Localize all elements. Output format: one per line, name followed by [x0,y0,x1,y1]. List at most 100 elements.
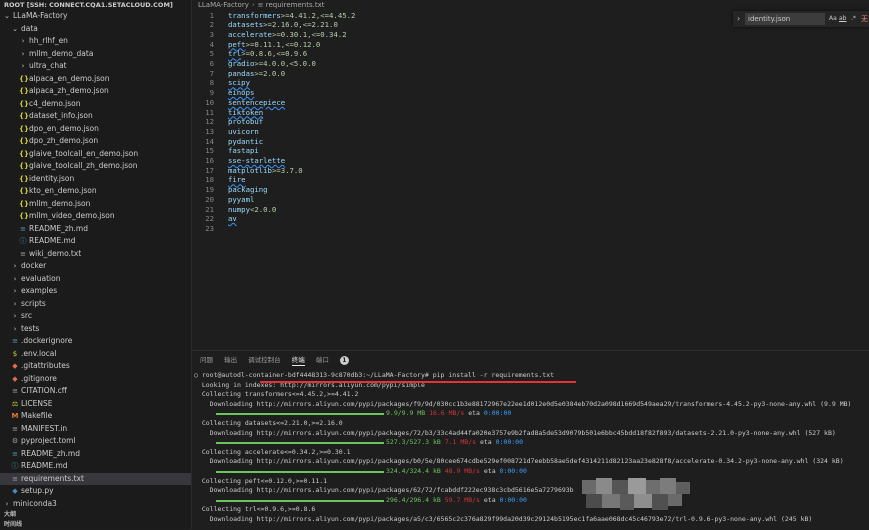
code-line[interactable]: 3 accelerate>=0.30.1,<=0.34.2 [192,30,347,40]
tree-file[interactable]: ⓘ README.md [0,235,191,248]
code-line[interactable]: 14 pydantic [192,137,263,147]
line-number: 11 [205,107,214,117]
tree-file[interactable]: ◆ .gitignore [0,373,191,386]
tree-file[interactable]: {}alpaca_en_demo.json [0,73,191,86]
package-name: fire [228,175,246,185]
code-line[interactable]: 4 peft>=0.11.1,<=0.12.0 [192,39,321,50]
find-input[interactable]: identity.json [745,13,825,25]
outline-section-header[interactable]: 大纲 [0,511,191,519]
tree-file[interactable]: {}glaive_toolcall_en_demo.json [0,148,191,161]
code-line[interactable]: 16 sse-starlette [192,156,285,166]
code-line[interactable]: 11 tiktoken [192,108,263,118]
tree-file[interactable]: ≡ README_zh.md [0,448,191,461]
tree-file[interactable]: $ .env.local [0,348,191,361]
privacy-blur-mosaic [582,478,690,514]
tree-folder[interactable]: › examples [0,285,191,298]
tree-file[interactable]: ⚙ pyproject.toml [0,435,191,448]
line-number: 7 [209,68,214,78]
citation-file-icon: ≡ [12,387,18,395]
breadcrumb-folder[interactable]: LLaMA-Factory [198,1,249,9]
code-line[interactable]: 10 sentencepiece [192,98,285,108]
package-name: pyyaml [228,194,255,204]
tree-file[interactable]: ≡ wiki_demo.txt [0,248,191,261]
tree-file[interactable]: ≡ README_zh.md [0,223,191,236]
tab-problems[interactable]: 问题 [200,355,213,365]
terminal-line: Downloading http://mirrors.aliyun.com/py… [194,486,574,495]
code-line[interactable]: 1 transformers>=4.41.2,<=4.45.2 [192,11,356,21]
code-line[interactable]: 13 uvicorn [192,127,259,137]
tree-file[interactable]: {}dataset_info.json [0,110,191,123]
code-line[interactable]: 12 protobuf [192,117,263,127]
code-line[interactable]: 9 einops [192,88,255,98]
code-line[interactable]: 21 numpy<2.0.0 [192,205,276,215]
code-line[interactable]: 22 av [192,214,237,224]
license-file-icon: ⚖ [11,399,19,408]
tree-file[interactable]: {}mllm_demo.json [0,198,191,211]
tree-file[interactable]: ≡ .dockerignore [0,335,191,348]
tree-file[interactable]: ≡ CITATION.cff [0,385,191,398]
json-file-icon: {} [19,87,29,95]
chevron-right-icon: › [21,62,25,70]
code-line[interactable]: 6 gradio>=4.0.0,<5.0.0 [192,59,316,69]
tree-folder[interactable]: › ultra_chat [0,60,191,73]
tree-file[interactable]: {}identity.json [0,173,191,186]
tree-folder[interactable]: › tests [0,323,191,336]
timeline-section-header[interactable]: 时间线 [0,521,191,529]
tree-item-label: LICENSE [21,398,53,408]
version-spec: <2.0.0 [249,204,277,214]
code-line[interactable]: 7 pandas>=2.0.0 [192,68,286,79]
code-line[interactable]: 20 pyyaml [192,195,254,205]
tree-file[interactable]: {}c4_demo.json [0,98,191,111]
tree-item-label: pyproject.toml [21,436,76,445]
toml-file-icon: ⚙ [11,437,19,445]
tree-file[interactable]: M Makefile [0,410,191,423]
tree-folder[interactable]: › evaluation [0,273,191,286]
tree-item-label: MANIFEST.in [21,423,68,433]
tree-file[interactable]: {}kto_en_demo.json [0,185,191,198]
tree-folder[interactable]: › scripts [0,298,191,311]
tree-folder[interactable]: › src [0,310,191,323]
tree-file[interactable]: {}alpaca_zh_demo.json [0,85,191,98]
tree-folder[interactable]: › miniconda3 [0,498,191,511]
chevron-right-icon[interactable]: › [737,14,740,23]
code-line[interactable]: 15 fastapi [192,146,259,156]
tree-folder[interactable]: › mllm_demo_data [0,48,191,61]
tree-file[interactable]: ≡ requirements.txt [0,472,191,485]
code-line[interactable]: 19 packaging [192,185,267,195]
tree-file[interactable]: ◆ setup.py [0,485,191,498]
line-number: 18 [205,175,214,185]
tree-file[interactable]: ◆ .gitattributes [0,360,191,373]
match-case-toggle[interactable]: Aa [829,15,837,22]
tree-file[interactable]: {}mllm_video_demo.json [0,210,191,223]
version-spec: >=0.11.1,<=0.12.0 [245,39,321,49]
regex-toggle[interactable]: .* [851,15,856,22]
explorer-root-header[interactable]: ROOT [SSH: CONNECT.CQA1.SETACLOUD.COM] [0,0,191,10]
tree-file[interactable]: {}dpo_zh_demo.json [0,135,191,148]
tree-file[interactable]: ⓘ README.md [0,460,191,473]
code-line[interactable]: 2 datasets>=2.16.0,<=2.21.0 [192,20,338,30]
markdown-file-icon: ≡ [12,449,18,458]
tab-output[interactable]: 输出 [224,355,237,365]
breadcrumb-file[interactable]: requirements.txt [266,1,325,9]
code-line[interactable]: 17 matplotlib>=3.7.0 [192,166,303,176]
tree-folder[interactable]: › hh_rlhf_en [0,35,191,48]
tree-file[interactable]: ⚖ LICENSE [0,398,191,411]
tree-folder[interactable]: ⌄ LLaMA-Factory [0,10,191,23]
tree-folder[interactable]: ⌄ data [0,23,191,36]
line-number: 16 [205,156,214,165]
tab-debug-console[interactable]: 调试控制台 [248,355,281,365]
package-name: scipy [228,78,250,88]
code-line[interactable]: 23 [192,224,228,234]
tree-file[interactable]: {}glaive_toolcall_zh_demo.json [0,160,191,173]
tab-ports[interactable]: 端口 [316,355,329,365]
package-name: numpy [228,204,250,214]
tree-item-label: data [21,23,38,33]
code-line[interactable]: 8 scipy [192,78,250,88]
tree-file[interactable]: ≡ MANIFEST.in [0,423,191,436]
match-word-toggle[interactable]: ab [839,15,847,22]
tree-folder[interactable]: › docker [0,260,191,273]
tab-terminal[interactable]: 终端 [291,355,305,366]
code-line[interactable]: 18 fire [192,175,246,185]
tree-file[interactable]: {}dpo_en_demo.json [0,123,191,136]
code-line[interactable]: 5 trl>=0.8.6,<=0.9.6 [192,49,308,59]
